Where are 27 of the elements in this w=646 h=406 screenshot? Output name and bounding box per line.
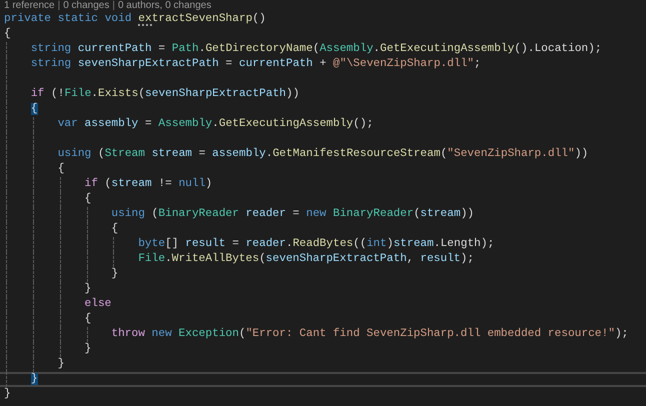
code-line: string currentPath = Path.GetDirectoryName(Assembly.GetExecutingAssembly().Location); — [30, 42, 602, 57]
code-line: { — [58, 162, 64, 177]
code-line: { — [4, 27, 11, 42]
code-line: else — [84, 297, 112, 312]
code-line: } — [84, 342, 92, 357]
code-line: var assembly = Assembly.GetExecutingAssembly(); — [58, 117, 374, 132]
codelens-link[interactable]: 1 reference — [4, 0, 55, 12]
code-line: { — [84, 312, 92, 327]
code-line: } — [84, 282, 92, 297]
code-line: File.WriteAllBytes(sevenSharpExtractPath, result); — [138, 252, 474, 267]
code-line: } — [4, 387, 11, 402]
codelens-link[interactable]: 0 changes — [63, 0, 110, 12]
code-line: string sevenSharpExtractPath = currentPath + @"\SevenZipSharp.dll"; — [30, 57, 481, 72]
code-line: throw new Exception("Error: Cant find SevenZipSharp.dll embedded resource!"); — [111, 327, 628, 342]
code-line: using (BinaryReader reader = new BinaryReader(stream)) — [111, 207, 474, 222]
code-line: private static void extractSevenSharp() — [4, 12, 266, 27]
codelens-link[interactable]: 0 authors, 0 changes — [118, 0, 212, 12]
separator: | — [112, 0, 115, 12]
code-line: if (stream != null) — [84, 177, 212, 192]
code-line: if (!File.Exists(sevenSharpExtractPath)) — [30, 87, 300, 102]
code-line: { — [111, 222, 118, 237]
code-line: byte[] result = reader.ReadBytes((int)stream.Length); — [138, 237, 494, 252]
code-line: } — [58, 357, 64, 372]
code-line: } — [111, 267, 118, 282]
code-line: { — [84, 192, 92, 207]
separator: | — [58, 0, 60, 12]
code-line: using (Stream stream = assembly.GetManifestResourceStream("SevenZipSharp.dll")) — [58, 147, 588, 162]
